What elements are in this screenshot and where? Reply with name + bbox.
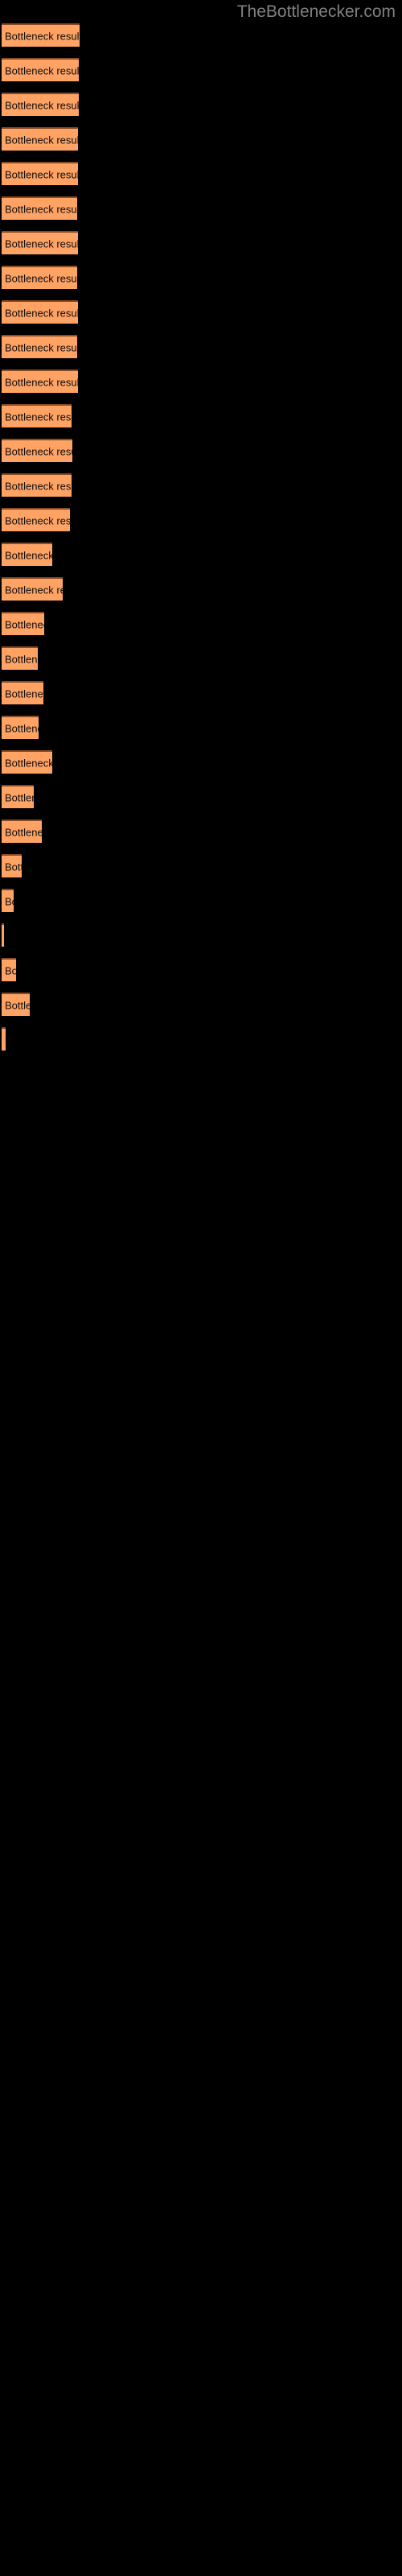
bar: Bottleneck result — [2, 716, 39, 739]
bar: Bottleneck result — [2, 993, 30, 1016]
bar-row: Bottleneck result — [2, 819, 42, 843]
bar-label: Bottleneck result — [5, 826, 42, 838]
bar-row: Bottleneck result — [2, 508, 70, 531]
bar-label: Bottleneck result — [5, 514, 70, 526]
bar-label: Bottleneck result — [5, 134, 78, 146]
bar: Bottleneck result — [2, 819, 42, 843]
bar-label: Bottleneck result — [5, 757, 52, 769]
bar-label: Bottleneck result — [5, 549, 52, 561]
bar: Bottleneck result — [2, 750, 52, 774]
bar: Bottleneck result — [2, 681, 43, 704]
bar-row: Bottleneck result — [2, 58, 79, 81]
bar: Bottleneck result — [2, 127, 78, 151]
bar: Bottleneck result — [2, 231, 78, 254]
bar-row: Bottleneck result — [2, 93, 79, 116]
bar-row: Bottleneck result — [2, 923, 4, 947]
bar: Bottleneck result — [2, 266, 77, 289]
bar-label: Bottleneck result — [5, 168, 78, 180]
site-watermark: TheBottlenecker.com — [236, 2, 396, 21]
bar: Bottleneck result — [2, 785, 34, 808]
bar: Bottleneck result — [2, 646, 38, 670]
bar-label: Bottleneck result — [5, 791, 34, 803]
bar-row: Bottleneck result — [2, 577, 63, 601]
bar-label: Bottleneck result — [5, 687, 43, 700]
bar-label: Bottleneck result — [5, 307, 78, 319]
bar-row: Bottleneck result — [2, 300, 78, 324]
bar-label: Bottleneck result — [5, 999, 30, 1011]
bar-row: Bottleneck result — [2, 646, 38, 670]
bar-row: Bottleneck result — [2, 439, 72, 462]
bar-row: Bottleneck result — [2, 162, 78, 185]
bar-label: Bottleneck result — [5, 1034, 6, 1046]
bar-label: Bottleneck result — [5, 895, 14, 907]
bar-row: Bottleneck result — [2, 23, 80, 47]
bar-row: Bottleneck result — [2, 473, 72, 497]
bar-label: Bottleneck result — [5, 480, 72, 492]
bar: Bottleneck result — [2, 300, 78, 324]
bar-label: Bottleneck result — [5, 99, 79, 111]
bar-label: Bottleneck result — [5, 376, 78, 388]
bar-row: Bottleneck result — [2, 266, 77, 289]
bar-label: Bottleneck result — [5, 64, 79, 76]
bottleneck-bar-chart: TheBottlenecker.com Bottleneck result Bot… — [0, 0, 402, 2576]
bar-label: Bottleneck result — [5, 964, 16, 976]
bar-row: Bottleneck result — [2, 750, 52, 774]
bar-label: Bottleneck result — [5, 237, 78, 250]
bar-label: Bottleneck result — [5, 203, 77, 215]
bar-row: Bottleneck result — [2, 543, 52, 566]
bar-row: Bottleneck result — [2, 889, 14, 912]
bar: Bottleneck result — [2, 473, 72, 497]
bar-label: Bottleneck result — [5, 272, 77, 284]
bar: Bottleneck result — [2, 162, 78, 185]
bar-row: Bottleneck result — [2, 1027, 6, 1051]
bar: Bottleneck result — [2, 1027, 6, 1051]
bar: Bottleneck result — [2, 404, 72, 427]
bar-row: Bottleneck result — [2, 854, 22, 877]
bar: Bottleneck result — [2, 612, 44, 635]
bar-label: Bottleneck result — [5, 618, 44, 630]
bar: Bottleneck result — [2, 854, 22, 877]
bar-row: Bottleneck result — [2, 231, 78, 254]
bar-row: Bottleneck result — [2, 335, 77, 358]
bar-row: Bottleneck result — [2, 196, 77, 220]
bar: Bottleneck result — [2, 369, 78, 393]
bar: Bottleneck result — [2, 335, 77, 358]
bar-row: Bottleneck result — [2, 404, 72, 427]
bar: Bottleneck result — [2, 23, 80, 47]
bar: Bottleneck result — [2, 439, 72, 462]
bar-row: Bottleneck result — [2, 612, 44, 635]
bar-row: Bottleneck result — [2, 716, 39, 739]
bar: Bottleneck result — [2, 58, 79, 81]
bar-label: Bottleneck result — [5, 861, 22, 873]
bar-label: Bottleneck result — [5, 341, 77, 353]
bar: Bottleneck result — [2, 889, 14, 912]
bar: Bottleneck result — [2, 93, 79, 116]
bar-label: Bottleneck result — [5, 445, 72, 457]
bar: Bottleneck result — [2, 196, 77, 220]
bar: Bottleneck result — [2, 543, 52, 566]
bar-label: Bottleneck result — [5, 653, 38, 665]
bar-label: Bottleneck result — [5, 30, 80, 42]
bar-label: Bottleneck result — [5, 722, 39, 734]
bar-label: Bottleneck result — [5, 584, 63, 596]
bar: Bottleneck result — [2, 577, 63, 601]
bar-row: Bottleneck result — [2, 785, 34, 808]
bar-row: Bottleneck result — [2, 681, 43, 704]
bar-row: Bottleneck result — [2, 127, 78, 151]
bar-label: Bottleneck result — [5, 411, 72, 423]
bar: Bottleneck result — [2, 958, 16, 981]
bar-row: Bottleneck result — [2, 958, 16, 981]
bar-row: Bottleneck result — [2, 369, 78, 393]
bar: Bottleneck result — [2, 923, 4, 947]
bar-row: Bottleneck result — [2, 993, 30, 1016]
bar: Bottleneck result — [2, 508, 70, 531]
